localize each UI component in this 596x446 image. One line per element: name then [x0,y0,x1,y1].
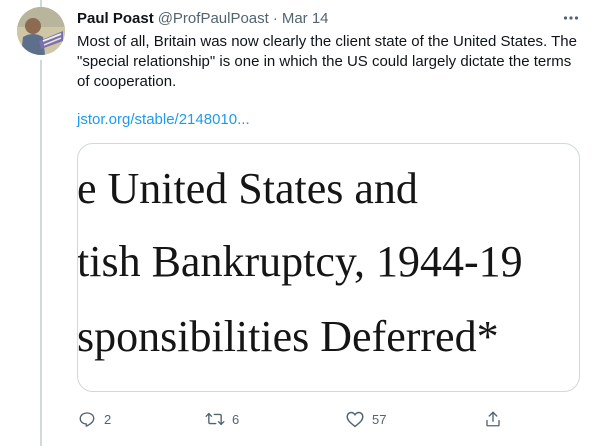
thread-line-bottom [40,60,42,446]
more-button[interactable] [561,8,581,28]
like-button[interactable]: 57 [338,403,386,435]
separator-dot: · [272,10,278,27]
user-handle[interactable]: @ProfPaulPoast [158,9,269,29]
share-button[interactable] [476,403,510,435]
reply-count: 2 [104,411,112,427]
media-text-line-2: tish Bankruptcy, 1944-19 [77,237,523,286]
display-name[interactable]: Paul Poast [77,9,154,29]
tweet[interactable]: Paul Poast @ProfPaulPoast · Mar 14 Most … [0,0,596,446]
heart-icon [338,402,372,436]
media-card[interactable]: e United States and tish Bankruptcy, 194… [77,143,580,392]
retweet-button[interactable]: 6 [198,403,239,435]
action-bar: 2 6 57 [70,403,510,435]
reply-button[interactable]: 2 [70,403,111,435]
tweet-date[interactable]: Mar 14 [282,9,329,29]
avatar[interactable] [17,7,65,55]
reply-icon [70,402,104,436]
tweet-text: Most of all, Britain was now clearly the… [77,33,577,90]
avatar-image [17,7,65,55]
more-icon [563,16,579,20]
retweet-count: 6 [232,411,240,427]
media-text-line-1: e United States and [77,164,418,213]
tweet-link[interactable]: jstor.org/stable/2148010... [77,110,250,130]
share-icon [476,402,510,436]
tweet-header: Paul Poast @ProfPaulPoast · Mar 14 [77,9,329,29]
retweet-icon [198,402,232,436]
like-count: 57 [372,411,387,427]
media-text-line-3: sponsibilities Deferred* [77,312,499,361]
